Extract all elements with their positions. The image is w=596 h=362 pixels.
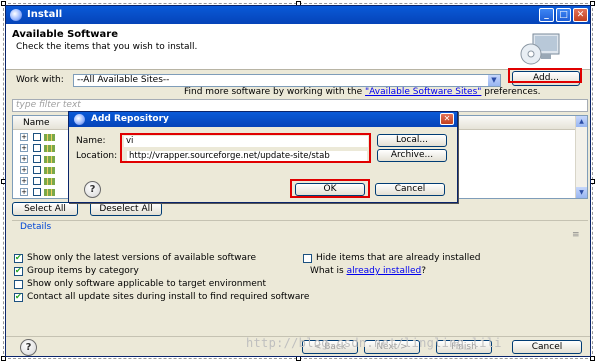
row-checkbox[interactable] [33, 188, 41, 196]
name-label: Name: [76, 136, 106, 146]
chevron-down-icon[interactable]: ▼ [488, 75, 500, 86]
package-icon [44, 134, 55, 141]
fields-highlight [120, 133, 371, 163]
details-label: Details [20, 222, 52, 232]
what-is-installed: What is already installed? [310, 266, 426, 276]
close-icon[interactable]: ✕ [573, 8, 588, 22]
group-by-category-checkbox[interactable] [14, 266, 23, 276]
close-icon[interactable]: ✕ [440, 113, 454, 125]
eclipse-icon [74, 114, 85, 125]
dialog-cancel-button[interactable]: Cancel [375, 183, 445, 196]
install-cd-icon [520, 33, 560, 65]
column-name-header[interactable]: Name [23, 118, 50, 128]
location-label: Location: [76, 151, 118, 161]
maximize-icon[interactable]: □ [556, 8, 571, 22]
what-is-suffix: ? [421, 266, 427, 276]
help-icon[interactable]: ? [20, 339, 37, 356]
add-highlight [508, 68, 582, 83]
contact-sites-checkbox[interactable] [14, 292, 23, 302]
expand-icon[interactable]: + [20, 155, 28, 163]
hint-prefix: Find more software by working with the [184, 87, 366, 97]
cancel-button[interactable]: Cancel [512, 340, 582, 354]
local-button[interactable]: Local... [377, 134, 447, 147]
details-section: Details ≡ [12, 220, 588, 252]
minimize-icon[interactable]: _ [539, 8, 554, 22]
eclipse-icon [10, 9, 22, 21]
scroll-down-icon[interactable]: ▼ [576, 187, 587, 198]
row-checkbox[interactable] [33, 144, 41, 152]
package-icon [44, 145, 55, 152]
tree-scrollbar[interactable]: ▲ ▼ [575, 116, 587, 198]
package-icon [44, 189, 55, 196]
what-is-prefix: What is [310, 266, 347, 276]
target-env-label: Show only software applicable to target … [27, 279, 267, 289]
archive-button[interactable]: Archive... [377, 149, 447, 162]
ok-highlight [290, 179, 370, 198]
row-checkbox[interactable] [33, 155, 41, 163]
page-subtitle: Check the items that you wish to install… [16, 42, 198, 52]
expand-icon[interactable]: + [20, 166, 28, 174]
row-checkbox[interactable] [33, 166, 41, 174]
window-title: Install [27, 9, 63, 20]
package-icon [44, 156, 55, 163]
work-with-value: --All Available Sites-- [77, 75, 170, 85]
already-installed-link[interactable]: already installed [347, 266, 422, 276]
available-sites-link[interactable]: "Available Software Sites" [365, 87, 481, 97]
wizard-header: Available Software Check the items that … [6, 24, 590, 70]
expand-icon[interactable]: + [20, 177, 28, 185]
package-icon [44, 178, 55, 185]
hide-installed-checkbox[interactable] [303, 254, 312, 263]
watermark-text: http://blog.csdn.net/lingling_lili [246, 336, 502, 350]
select-all-button[interactable]: Select All [12, 202, 78, 216]
scroll-up-icon[interactable]: ▲ [576, 116, 587, 127]
deselect-all-button[interactable]: Deselect All [90, 202, 162, 216]
row-checkbox[interactable] [33, 133, 41, 141]
software-sites-hint: Find more software by working with the "… [184, 87, 541, 97]
sash-icon[interactable]: ≡ [572, 230, 580, 240]
contact-sites-label: Contact all update sites during install … [27, 292, 310, 302]
group-by-category-label: Group items by category [27, 266, 139, 276]
target-env-checkbox[interactable] [14, 280, 23, 289]
help-icon[interactable]: ? [84, 181, 101, 198]
work-with-label: Work with: [16, 75, 64, 85]
window-titlebar[interactable]: Install _ □ ✕ [6, 6, 590, 24]
hide-installed-label: Hide items that are already installed [316, 253, 481, 263]
work-with-combo[interactable]: --All Available Sites-- ▼ [73, 74, 501, 87]
latest-versions-label: Show only the latest versions of availab… [27, 253, 257, 263]
row-checkbox[interactable] [33, 177, 41, 185]
add-repository-dialog: Add Repository ✕ Name: vi Location: http… [68, 111, 458, 203]
expand-icon[interactable]: + [20, 133, 28, 141]
expand-icon[interactable]: + [20, 188, 28, 196]
package-icon [44, 167, 55, 174]
dialog-titlebar[interactable]: Add Repository ✕ [69, 112, 457, 127]
hint-suffix: preferences. [481, 87, 541, 97]
latest-versions-checkbox[interactable] [14, 253, 23, 263]
expand-icon[interactable]: + [20, 144, 28, 152]
page-title: Available Software [12, 29, 119, 40]
dialog-title: Add Repository [91, 114, 169, 124]
